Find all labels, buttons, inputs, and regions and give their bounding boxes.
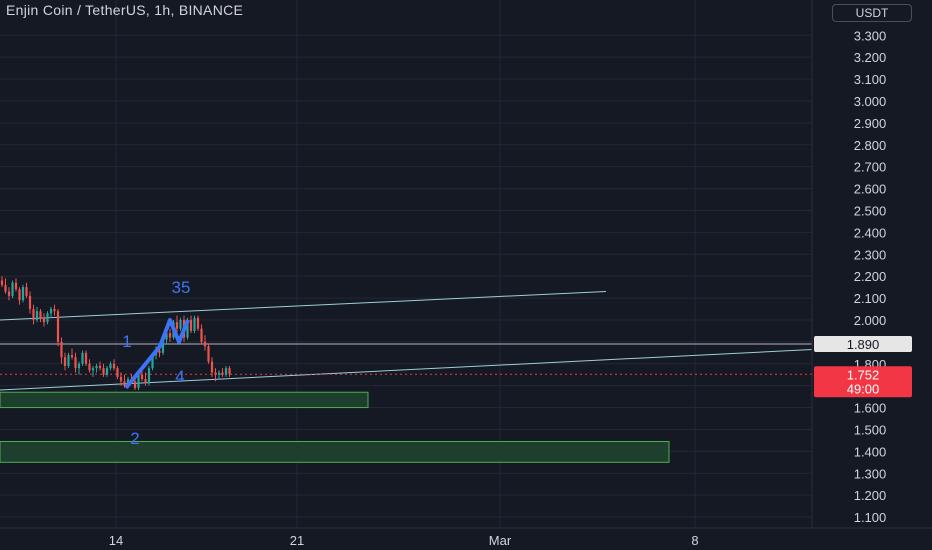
candle-body xyxy=(228,368,231,375)
wave-label[interactable]: 2 xyxy=(130,429,139,448)
y-tick-label: 1.200 xyxy=(854,488,887,503)
candle-body xyxy=(175,322,179,329)
y-tick-label: 3.300 xyxy=(854,28,887,43)
current-price-label: 1.752 xyxy=(847,367,880,382)
candle-body xyxy=(0,280,4,285)
candle-body xyxy=(210,361,214,373)
candle-body xyxy=(189,319,193,331)
candle-body xyxy=(105,368,109,375)
candle-body xyxy=(53,309,56,312)
candle-body xyxy=(168,333,172,338)
candle-body xyxy=(109,363,112,369)
y-tick-label: 3.200 xyxy=(854,50,887,65)
y-tick-label: 1.100 xyxy=(854,510,887,525)
y-tick-label: 3.000 xyxy=(854,94,887,109)
y-tick-label: 1.500 xyxy=(854,422,887,437)
candle-body xyxy=(67,355,70,366)
demand-zone[interactable] xyxy=(0,391,369,409)
y-tick-label: 1.600 xyxy=(854,401,887,416)
candle-body xyxy=(63,357,67,366)
candle-body xyxy=(112,363,116,369)
x-tick-label: 21 xyxy=(290,533,304,548)
x-tick-label: 14 xyxy=(109,533,123,548)
y-tick-label: 2.300 xyxy=(854,247,887,262)
candle-body xyxy=(32,309,35,320)
candle-body xyxy=(200,328,203,342)
x-tick-label: Mar xyxy=(489,533,512,548)
candle-body xyxy=(203,341,207,347)
candle-body xyxy=(98,365,102,369)
y-tick-label: 1.300 xyxy=(854,466,887,481)
candle-body xyxy=(42,317,46,323)
y-tick-label: 2.400 xyxy=(854,225,887,240)
candle-body xyxy=(224,368,228,375)
y-tick-label: 2.800 xyxy=(854,138,887,153)
candle-body xyxy=(18,289,21,301)
y-tick-label: 2.500 xyxy=(854,203,887,218)
chart-background xyxy=(0,0,932,550)
candle-body xyxy=(84,352,88,364)
candle-body xyxy=(11,282,14,296)
candle-countdown-label: 49:00 xyxy=(847,381,880,396)
candle-body xyxy=(119,376,123,382)
candle-body xyxy=(49,309,53,314)
candle-body xyxy=(46,313,49,323)
candle-body xyxy=(207,346,210,362)
candle-body xyxy=(144,379,147,384)
candle-body xyxy=(21,287,25,301)
candle-body xyxy=(140,374,144,380)
candle-body xyxy=(25,287,28,296)
candle-body xyxy=(4,284,7,292)
candle-body xyxy=(193,317,196,331)
candle-body xyxy=(214,372,217,375)
candle-body xyxy=(7,291,11,296)
candle-body xyxy=(28,295,32,310)
currency-unit-badge[interactable]: USDT xyxy=(832,4,912,22)
wave-label[interactable]: 35 xyxy=(172,278,191,297)
candle-body xyxy=(95,365,98,369)
candle-body xyxy=(137,374,140,388)
wave-label[interactable]: 1 xyxy=(122,332,131,351)
y-tick-label: 2.900 xyxy=(854,116,887,131)
y-tick-label: 2.100 xyxy=(854,291,887,306)
candle-body xyxy=(81,352,84,364)
candle-body xyxy=(56,311,60,342)
candle-body xyxy=(133,381,137,388)
candle-body xyxy=(147,368,151,384)
candle-body xyxy=(116,368,119,377)
candle-body xyxy=(70,355,74,358)
candle-body xyxy=(102,368,105,375)
candle-body xyxy=(77,363,81,369)
y-tick-label: 1.400 xyxy=(854,444,887,459)
wave-label[interactable]: 4 xyxy=(175,367,184,386)
y-tick-label: 2.000 xyxy=(854,313,887,328)
candle-body xyxy=(35,311,39,320)
price-chart[interactable]: 12354 1.1001.2001.3001.4001.5001.6001.70… xyxy=(0,0,932,550)
y-tick-label: 2.200 xyxy=(854,269,887,284)
candle-body xyxy=(123,381,126,386)
y-tick-label: 2.700 xyxy=(854,160,887,175)
candle-body xyxy=(217,372,221,375)
candle-body xyxy=(39,311,42,318)
x-tick-label: 8 xyxy=(691,533,698,548)
candle-body xyxy=(179,319,182,329)
candle-body xyxy=(196,317,200,329)
candle-body xyxy=(91,368,95,371)
demand-zone[interactable] xyxy=(0,441,670,463)
horizontal-level-label: 1.890 xyxy=(847,337,880,352)
y-tick-label: 2.600 xyxy=(854,182,887,197)
candle-body xyxy=(221,372,224,375)
candle-body xyxy=(88,363,91,371)
candle-body xyxy=(74,357,77,369)
candle-body xyxy=(60,341,63,358)
y-tick-label: 3.100 xyxy=(854,72,887,87)
chart-title: Enjin Coin / TetherUS, 1h, BINANCE xyxy=(6,2,244,18)
candle-body xyxy=(14,282,18,290)
